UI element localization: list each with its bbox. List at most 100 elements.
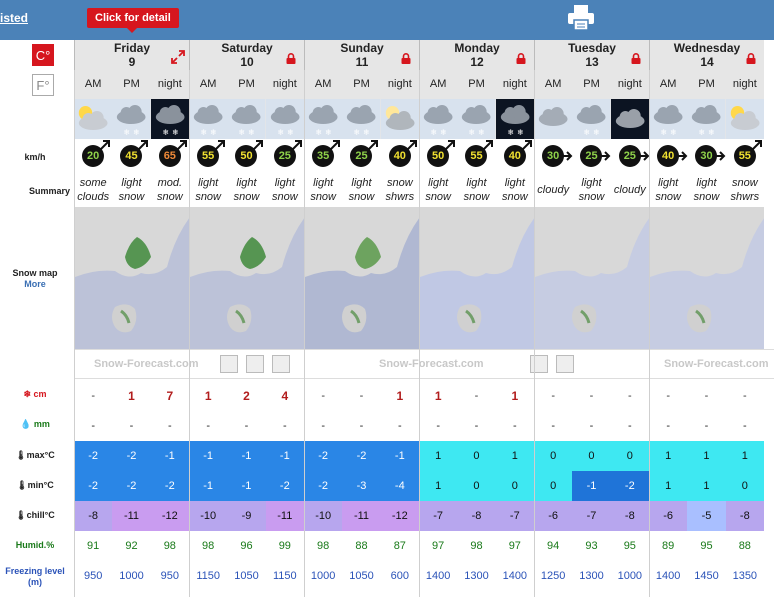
max-c-cell: -1	[265, 441, 304, 471]
value: 0	[626, 450, 633, 462]
value: 98	[317, 540, 330, 552]
snow-cm-cell: 4	[266, 381, 304, 411]
rain-mm-cell: -	[112, 411, 150, 441]
expand-icon[interactable]	[171, 50, 185, 64]
listed-link[interactable]: isted	[0, 11, 28, 25]
summary-cell: light snow	[118, 177, 145, 203]
wind-speed: 25	[580, 145, 611, 167]
min-c-cell: 0	[534, 471, 573, 501]
value: 96	[240, 540, 253, 552]
snow-cloud-icon: ❄ ❄	[265, 99, 304, 139]
max-c-cell: -1	[189, 441, 228, 471]
day-header-sunday[interactable]: Sunday 11	[304, 40, 419, 70]
value: -8	[471, 510, 482, 522]
value: -	[397, 420, 402, 432]
svg-text:❄: ❄	[133, 128, 139, 137]
day-header-wednesday[interactable]: Wednesday 14	[649, 40, 764, 70]
value: 93	[585, 540, 598, 552]
period-label: night	[495, 70, 534, 99]
value: 99	[278, 540, 291, 552]
day-header-friday[interactable]: Friday 9	[74, 40, 189, 70]
value: 1	[396, 389, 404, 403]
snow-map-tuesday[interactable]	[534, 207, 649, 349]
day-separator	[764, 70, 765, 597]
day-header-tuesday[interactable]: Tuesday 13	[534, 40, 649, 70]
value: -2	[88, 450, 99, 462]
min-c-cell: -3	[342, 471, 381, 501]
wind-cell: 25	[266, 139, 304, 173]
rain-mm-cell: -	[687, 411, 725, 441]
snow-cloud-icon: ❄ ❄	[649, 99, 688, 139]
value: 1350	[732, 570, 758, 582]
svg-text:❄: ❄	[478, 128, 484, 137]
day-separator	[419, 70, 420, 597]
value: 97	[432, 540, 445, 552]
value: -9	[241, 510, 252, 522]
max-c-cell: -1	[380, 441, 419, 471]
value: -2	[318, 450, 329, 462]
star-icon[interactable]	[272, 355, 290, 373]
chill-c-cell: -7	[572, 501, 611, 531]
value: -	[551, 420, 555, 432]
svg-text:❄: ❄	[287, 128, 293, 137]
more-link[interactable]: More	[0, 279, 70, 289]
summary-cell: light snow	[463, 177, 490, 203]
value: -12	[161, 510, 178, 522]
replay-icon[interactable]	[246, 355, 264, 373]
chill-c-cell: -12	[380, 501, 419, 531]
snow-map-sunday[interactable]	[304, 207, 419, 349]
replay-icon[interactable]	[556, 355, 574, 373]
snow-map-wednesday[interactable]	[649, 207, 764, 349]
value: 1	[128, 389, 135, 403]
freezing-cell: 1150	[266, 561, 304, 591]
value: -6	[548, 510, 559, 522]
play-icon[interactable]	[220, 355, 238, 373]
svg-text:❄: ❄	[507, 128, 513, 137]
value: -	[359, 390, 364, 402]
fahrenheit-button[interactable]: F°	[32, 74, 54, 96]
snow-cm-cell: 1	[419, 381, 457, 411]
celsius-button[interactable]: C°	[32, 44, 54, 66]
snow-map-friday[interactable]	[74, 207, 189, 349]
min-c-cell: -1	[227, 471, 266, 501]
value: -	[627, 390, 632, 402]
wind-speed: 50	[235, 140, 264, 167]
play-icon[interactable]	[530, 355, 548, 373]
svg-text:❄: ❄	[239, 128, 245, 137]
summary-cell: light snow	[233, 177, 260, 203]
value: -1	[241, 450, 252, 462]
snow-cloud-icon: ❄ ❄	[189, 99, 228, 139]
period-label: AM	[74, 70, 113, 99]
value: -	[167, 420, 172, 432]
wind-speed: 25	[618, 145, 650, 167]
wind-cell: 55	[457, 139, 495, 173]
rain-mm-cell: -	[496, 411, 534, 441]
value: -2	[356, 450, 367, 462]
snow-cm-cell: 1	[112, 381, 150, 411]
value: 2	[243, 389, 250, 403]
day-header-saturday[interactable]: Saturday 10	[189, 40, 304, 70]
wind-cell: 50	[227, 139, 265, 173]
humid-cell: 98	[304, 531, 342, 561]
value: -7	[433, 510, 444, 522]
value: -8	[88, 510, 99, 522]
period-label: PM	[227, 70, 266, 99]
humid-cell: 93	[572, 531, 610, 561]
humid-cell: 89	[649, 531, 687, 561]
wind-arrow-icon	[252, 139, 264, 151]
humid-cell: 99	[266, 531, 304, 561]
period-label: PM	[572, 70, 611, 99]
snow-map-saturday[interactable]	[189, 207, 304, 349]
wind-speed: 25	[350, 140, 379, 167]
day-header-monday[interactable]: Monday 12	[419, 40, 534, 70]
svg-text:❄: ❄	[363, 128, 369, 137]
svg-text:❄: ❄	[699, 128, 705, 137]
cloud-icon	[534, 99, 573, 139]
wind-speed: 30	[542, 145, 573, 167]
printer-icon[interactable]	[566, 4, 596, 32]
snow-map-monday[interactable]	[419, 207, 534, 349]
thermometer-icon: 🌡	[16, 480, 28, 490]
value: -	[627, 420, 632, 432]
min-c-cell: -2	[265, 471, 304, 501]
svg-text:❄: ❄	[172, 128, 178, 137]
